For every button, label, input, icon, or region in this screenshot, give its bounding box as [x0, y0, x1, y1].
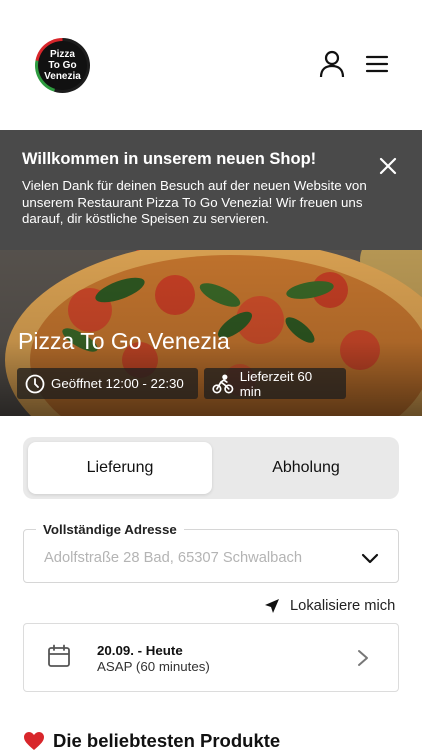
calendar-icon [48, 644, 70, 667]
hamburger-menu-icon [365, 55, 389, 73]
bike-icon [212, 373, 234, 394]
popular-products-heading: Die beliebtesten Produkte [23, 730, 280, 750]
hero-image: Pizza To Go Venezia Geöffnet 12:00 - 22:… [0, 250, 422, 416]
banner-title: Willkommen in unserem neuen Shop! [22, 150, 317, 168]
logo-text: Pizza To Go Venezia [38, 41, 87, 90]
clock-icon [25, 374, 45, 393]
opening-hours-badge: Geöffnet 12:00 - 22:30 [17, 368, 198, 399]
delivery-slot: ASAP (60 minutes) [97, 659, 210, 674]
order-mode-toggle: Lieferung Abholung [23, 437, 399, 499]
chevron-down-icon[interactable] [360, 549, 380, 569]
header: Pizza To Go Venezia [0, 0, 422, 130]
delivery-date: 20.09. - Heute [97, 643, 183, 658]
restaurant-name: Pizza To Go Venezia [18, 328, 230, 354]
menu-button[interactable] [363, 50, 391, 78]
delivery-time-selector[interactable]: 20.09. - Heute ASAP (60 minutes) [23, 623, 399, 692]
user-icon [319, 50, 345, 78]
restaurant-logo[interactable]: Pizza To Go Venezia [35, 38, 90, 93]
address-label: Vollständige Adresse [36, 522, 184, 537]
banner-text: Vielen Dank für deinen Besuch auf der ne… [22, 178, 367, 226]
locate-me-button[interactable]: Lokalisiere mich [264, 598, 395, 614]
location-arrow-icon [265, 599, 279, 613]
heart-icon [24, 732, 44, 750]
address-value[interactable]: Adolfstraße 28 Bad, 65307 Schwalbach [44, 550, 302, 566]
close-icon[interactable] [378, 156, 398, 176]
delivery-time-badge: Lieferzeit 60 min [204, 368, 346, 399]
pickup-option[interactable]: Abholung [214, 442, 398, 494]
delivery-option[interactable]: Lieferung [28, 442, 212, 494]
welcome-banner: Willkommen in unserem neuen Shop! Vielen… [0, 130, 422, 250]
chevron-right-icon [358, 650, 368, 666]
account-button[interactable] [318, 50, 346, 78]
